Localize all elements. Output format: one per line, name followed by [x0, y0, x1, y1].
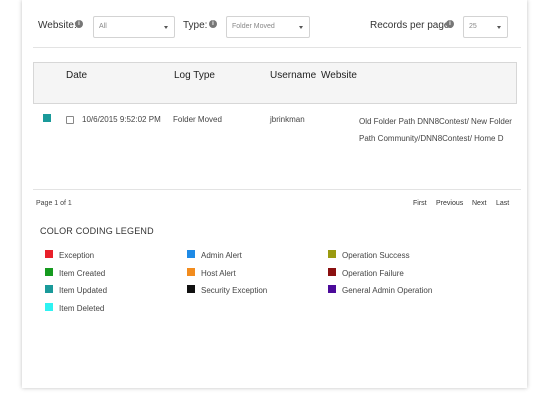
pager-first-link[interactable]: First	[413, 200, 427, 207]
row-select-checkbox[interactable]	[66, 116, 74, 124]
legend-label: Item Deleted	[59, 303, 105, 313]
legend-swatch	[328, 285, 336, 293]
legend-swatch	[45, 285, 53, 293]
row-date: 10/6/2015 9:52:02 PM	[82, 115, 161, 124]
legend-label: Item Updated	[59, 286, 108, 295]
legend-swatch	[45, 267, 53, 276]
website-select[interactable]: All	[93, 16, 175, 38]
legend-label: Operation Success	[342, 251, 410, 260]
records-select-value: 25	[469, 23, 477, 30]
chevron-down-icon	[164, 26, 168, 29]
pager-next-link[interactable]: Next	[472, 200, 486, 207]
chevron-down-icon	[299, 26, 303, 29]
legend-label: Admin Alert	[201, 251, 242, 260]
pager-last-link[interactable]: Last	[496, 200, 509, 207]
pager-status: Page 1 of 1	[36, 200, 72, 207]
legend-swatch	[187, 250, 195, 258]
website-info-icon[interactable]: i	[75, 20, 83, 28]
legend-swatch	[328, 267, 336, 276]
legend-label: Operation Failure	[342, 268, 404, 278]
legend-swatch	[45, 302, 53, 311]
records-info-icon[interactable]: i	[446, 20, 454, 28]
row-username: jbrinkman	[270, 115, 305, 124]
records-per-page-select[interactable]: 25	[463, 16, 508, 38]
legend-swatch	[187, 285, 195, 293]
website-select-value: All	[99, 23, 107, 30]
legend-label: Exception	[59, 251, 95, 260]
website-filter-label: Website:	[38, 20, 77, 31]
legend-swatch	[187, 267, 195, 276]
column-header-username[interactable]: Username	[270, 70, 316, 81]
legend-label: Host Alert	[201, 268, 236, 278]
filter-divider	[33, 47, 521, 48]
log-color-indicator	[43, 114, 51, 122]
type-info-icon[interactable]: i	[209, 20, 217, 28]
legend-title: COLOR CODING LEGEND	[40, 226, 154, 236]
legend-label: Security Exception	[201, 286, 268, 295]
row-log-type: Folder Moved	[173, 115, 222, 124]
chevron-down-icon	[497, 26, 501, 29]
column-header-website[interactable]: Website	[321, 70, 357, 81]
column-header-date[interactable]: Date	[66, 70, 87, 81]
legend-label: General Admin Operation	[342, 286, 433, 295]
legend-swatch	[45, 250, 53, 258]
records-per-page-label: Records per page:	[370, 20, 453, 31]
table-bottom-divider	[33, 189, 521, 190]
row-website: Old Folder Path DNN8Contest/ New Folder …	[359, 117, 512, 143]
type-select-value: Folder Moved	[232, 23, 275, 30]
admin-logs-panel	[22, 0, 527, 388]
column-header-log-type[interactable]: Log Type	[174, 70, 215, 81]
type-select[interactable]: Folder Moved	[226, 16, 310, 38]
legend-label: Item Created	[59, 268, 106, 278]
type-filter-label: Type:	[183, 20, 208, 31]
table-header: Date Log Type Username Website	[33, 62, 517, 104]
pager-previous-link[interactable]: Previous	[436, 200, 463, 207]
legend-swatch	[328, 250, 336, 258]
